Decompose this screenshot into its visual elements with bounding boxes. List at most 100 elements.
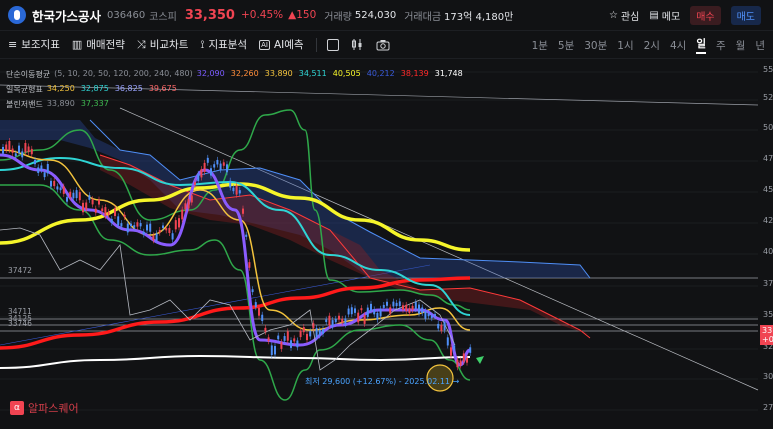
ai-icon: AI: [259, 39, 270, 50]
candle-body: [398, 301, 401, 307]
strategy-icon: ▥: [71, 38, 83, 51]
candle-body: [206, 157, 209, 163]
analysis-label: 지표분석: [208, 39, 248, 51]
chart-canvas[interactable]: [0, 60, 773, 429]
candle-body: [200, 169, 203, 178]
analysis-button[interactable]: ⟟ 지표분석: [200, 37, 247, 52]
level-label: 37472: [8, 266, 32, 275]
ichimoku-value: 32,875: [80, 84, 109, 93]
candle-body: [424, 311, 427, 319]
ichimoku-legend[interactable]: 일목균형표 34,250 32,875 36,825 39,675: [6, 84, 177, 95]
camera-icon: [376, 39, 390, 50]
candle-body: [75, 190, 78, 199]
candle-body: [328, 315, 331, 326]
candle-body: [277, 335, 280, 340]
candle-body: [402, 305, 404, 310]
ai-predict-button[interactable]: AI AI예측: [259, 37, 304, 52]
candle-body: [27, 146, 30, 153]
memo-button[interactable]: ▤ 메모: [649, 8, 680, 23]
period-8[interactable]: 월: [736, 38, 746, 53]
indicators-button[interactable]: ≡ 보조지표: [8, 37, 60, 52]
candle-body: [270, 345, 273, 356]
change-percent: +0.45%: [240, 9, 284, 21]
candle-body: [405, 304, 408, 311]
candle-body: [341, 318, 344, 323]
candle-body: [184, 203, 187, 210]
candle-body: [72, 192, 75, 199]
period-4[interactable]: 2시: [644, 38, 660, 53]
candle-body: [379, 308, 382, 317]
axis-tick-label: 40: [763, 247, 773, 256]
screenshot-button[interactable]: [376, 39, 390, 51]
candle-body: [59, 187, 62, 191]
period-3[interactable]: 1시: [617, 38, 633, 53]
sell-button[interactable]: 매도: [730, 6, 761, 25]
candle-body: [280, 342, 283, 349]
volume-value: 524,030: [354, 9, 397, 21]
ma-legend[interactable]: 단순이동평균 (5, 10, 20, 50, 120, 200, 240, 48…: [6, 69, 463, 80]
ma-value: 33,890: [264, 69, 293, 78]
memo-icon: ▤: [649, 10, 659, 21]
candle-body: [114, 208, 116, 216]
candle-body: [382, 304, 385, 308]
candle-body: [5, 144, 8, 151]
candle-body: [261, 314, 264, 322]
candle-body: [318, 329, 321, 336]
checkbox-icon[interactable]: [326, 38, 339, 51]
candle-type-button[interactable]: [351, 38, 364, 51]
bollinger-value: 37,337: [80, 99, 109, 108]
candle-body: [197, 173, 200, 182]
header-actions: ☆ 관심 ▤ 메모 매수 매도: [609, 0, 761, 31]
period-2[interactable]: 30분: [584, 38, 607, 53]
period-0[interactable]: 1분: [532, 38, 548, 53]
candle-body: [421, 307, 424, 313]
candle-body: [187, 199, 190, 209]
candle-body: [286, 331, 289, 341]
favorite-button[interactable]: ☆ 관심: [609, 8, 639, 23]
candle-body: [296, 340, 299, 348]
candle-body: [462, 353, 465, 362]
candle-body: [430, 315, 433, 319]
axis-tick-label: 35: [763, 310, 773, 319]
ma-value: 31,748: [434, 69, 463, 78]
candle-body: [357, 312, 360, 323]
candle-body: [222, 162, 225, 166]
indicator-icon: ≡: [8, 38, 18, 51]
period-7[interactable]: 주: [716, 38, 726, 53]
candle-body: [88, 195, 91, 200]
candle-body: [50, 180, 52, 187]
candle-body: [437, 323, 440, 329]
axis-tick-label: 55: [763, 65, 773, 74]
strategy-label: 매매전략: [86, 39, 125, 51]
candle-body: [469, 347, 472, 353]
candle-body: [2, 146, 4, 154]
candle-body: [290, 340, 292, 348]
candle-body: [158, 229, 161, 233]
period-1[interactable]: 5분: [558, 38, 574, 53]
price-chart[interactable]: 단순이동평균 (5, 10, 20, 50, 120, 200, 240, 48…: [0, 60, 773, 429]
ichimoku-value: 36,825: [114, 84, 143, 93]
candle-body: [251, 289, 254, 293]
stock-name[interactable]: 한국가스공사: [32, 6, 101, 25]
period-6[interactable]: 일: [696, 36, 706, 54]
ma-value: 40,212: [366, 69, 395, 78]
axis-tick-label: 52: [763, 93, 773, 102]
candle-body: [168, 227, 171, 233]
candle-body: [165, 228, 168, 231]
stock-logo: [8, 6, 26, 24]
candle-body: [56, 186, 59, 190]
compare-button[interactable]: ⤨ 비교차트: [137, 37, 188, 52]
candle-body: [229, 180, 232, 188]
candle-body: [344, 318, 347, 325]
candle-body: [466, 357, 468, 363]
candle-body: [104, 207, 107, 217]
period-5[interactable]: 4시: [670, 38, 686, 53]
bollinger-legend[interactable]: 볼린저밴드 33,890 37,337: [6, 99, 109, 110]
watermark-text: 알파스퀘어: [28, 402, 79, 415]
buy-button[interactable]: 매수: [690, 6, 721, 25]
strategy-button[interactable]: ▥ 매매전략: [72, 37, 125, 52]
period-9[interactable]: 년: [755, 38, 765, 53]
current-price: 33,350: [184, 7, 235, 23]
axis-tick-label: 45: [763, 185, 773, 194]
ma-legend-values: 32,090 32,260 33,890 34,511 40,505 40,212 38,1…: [197, 69, 463, 80]
